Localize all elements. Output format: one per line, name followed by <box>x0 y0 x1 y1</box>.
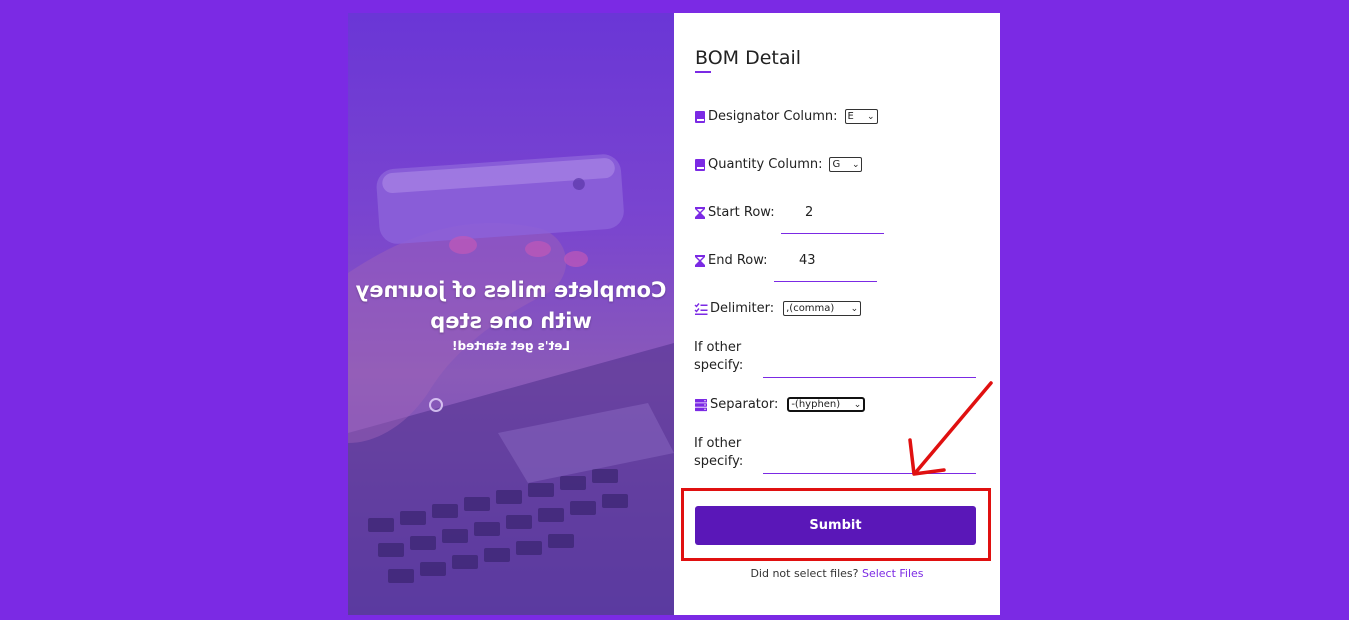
bom-card: Complete miles of journey with one step … <box>348 13 1000 615</box>
designator-value: E <box>847 111 854 122</box>
form-title: BOM Detail <box>695 47 802 69</box>
separator-row: Separator: -(hyphen) ⌄ <box>694 397 866 412</box>
delimiter-label: Delimiter: <box>710 301 775 316</box>
start-row-label: Start Row: <box>708 205 775 220</box>
chevron-down-icon: ⌄ <box>851 159 860 170</box>
separator-other-label: If other specify: <box>694 436 744 469</box>
delimiter-other-underline <box>763 377 976 378</box>
quantity-row: Quantity Column: G ⌄ <box>694 157 863 172</box>
end-row-row: End Row: <box>694 253 768 268</box>
delimiter-select[interactable]: ,(comma) ⌄ <box>783 301 862 316</box>
start-row-input[interactable]: 2 <box>805 205 813 220</box>
quantity-value: G <box>832 159 841 170</box>
book-icon <box>695 110 705 123</box>
quantity-select[interactable]: G ⌄ <box>829 157 863 172</box>
footer-text: Did not select files? Select Files <box>674 567 1000 580</box>
book-icon <box>695 158 705 171</box>
hero-title-line2: with one step <box>430 309 592 333</box>
designator-row: Designator Column: E ⌄ <box>694 109 878 124</box>
end-row-label: End Row: <box>708 253 768 268</box>
delimiter-value: ,(comma) <box>786 303 835 314</box>
quantity-label: Quantity Column: <box>708 157 823 172</box>
hero-title-line1: Complete miles of journey <box>355 278 667 302</box>
delimiter-other-label: If other specify: <box>694 340 744 373</box>
hourglass-icon <box>695 206 705 219</box>
start-row-row: Start Row: <box>694 205 775 220</box>
chevron-down-icon: ⌄ <box>850 303 859 314</box>
chevron-down-icon: ⌄ <box>853 399 862 410</box>
separator-other-underline <box>763 473 976 474</box>
checklist-icon <box>694 302 708 315</box>
hero-panel: Complete miles of journey with one step … <box>348 13 674 615</box>
select-files-link[interactable]: Select Files <box>862 567 924 580</box>
start-row-underline <box>781 233 884 234</box>
end-row-input[interactable]: 43 <box>799 253 816 268</box>
designator-select[interactable]: E ⌄ <box>844 109 878 124</box>
hourglass-icon <box>695 254 705 267</box>
footer-question: Did not select files? <box>750 567 859 580</box>
form-panel: BOM Detail Designator Column: E ⌄ Quanti… <box>674 13 1000 615</box>
separator-value: -(hyphen) <box>791 399 841 410</box>
separator-label: Separator: <box>710 397 779 412</box>
server-icon <box>695 398 707 411</box>
submit-button[interactable]: Sumbit <box>695 506 976 545</box>
designator-label: Designator Column: <box>708 109 838 124</box>
title-underline <box>695 71 711 73</box>
hero-subtitle: Let's get started! <box>452 339 570 353</box>
chevron-down-icon: ⌄ <box>867 111 875 122</box>
separator-select[interactable]: -(hyphen) ⌄ <box>787 397 866 412</box>
delimiter-row: Delimiter: ,(comma) ⌄ <box>694 301 862 316</box>
hero-text-mirrored: Complete miles of journey with one step … <box>348 275 674 353</box>
end-row-underline <box>774 281 877 282</box>
